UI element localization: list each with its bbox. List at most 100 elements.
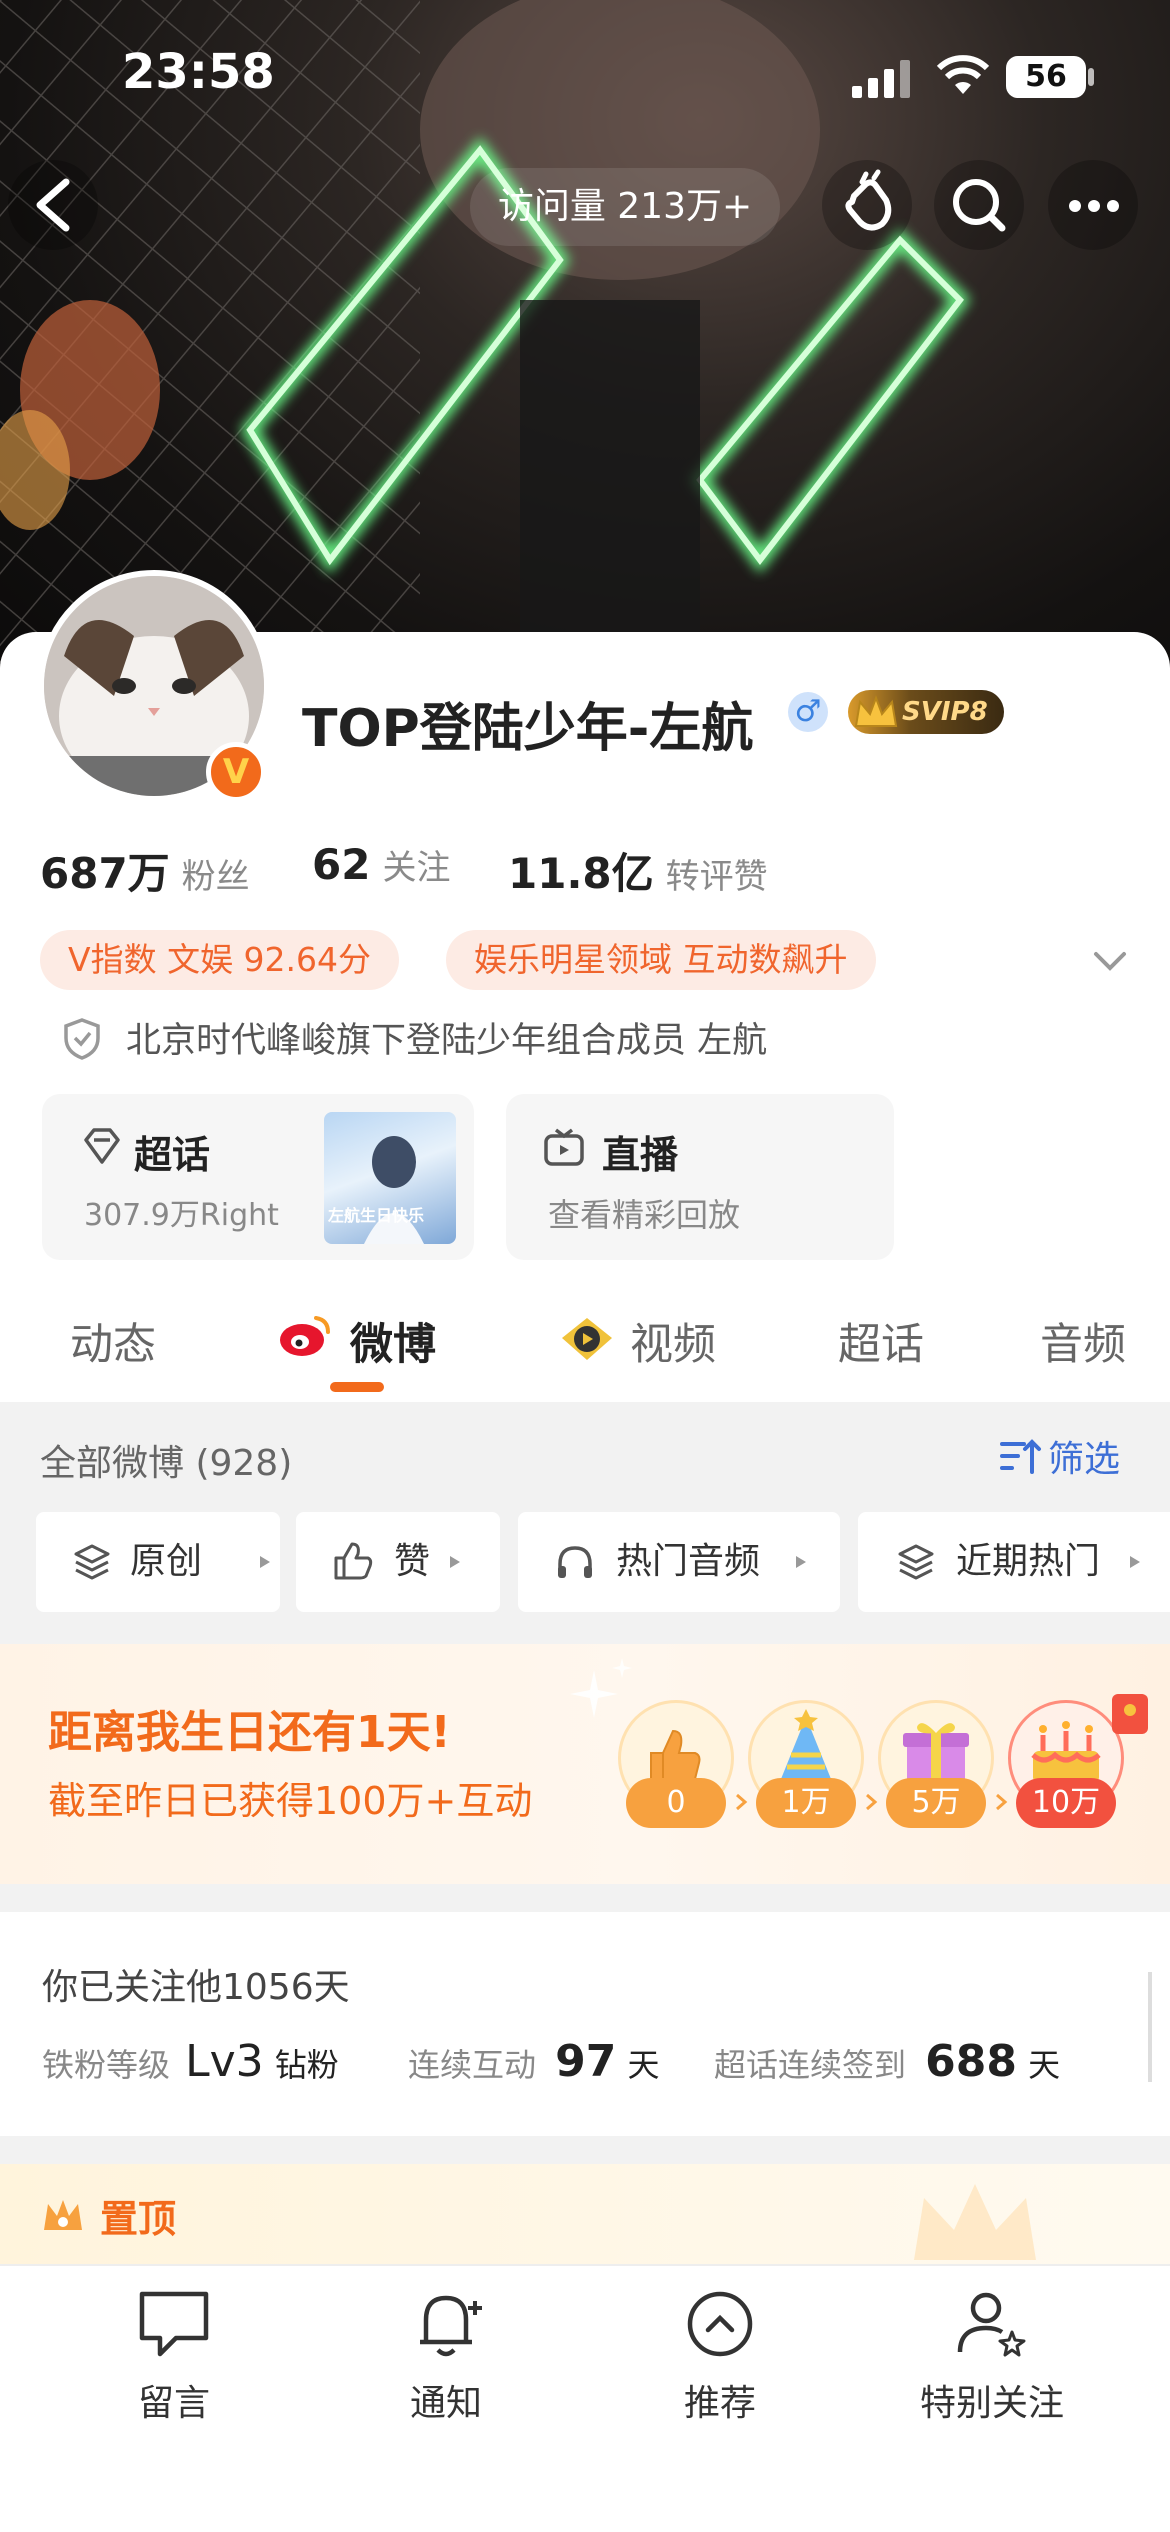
birthday-title: 距离我生日还有1天! — [48, 1707, 451, 1758]
back-icon — [36, 178, 70, 232]
svip-level: SVIP8 — [902, 697, 988, 727]
tap-button[interactable] — [822, 160, 912, 250]
scroll-indicator — [1148, 1972, 1152, 2082]
nav-label: 特别关注 — [919, 2383, 1064, 2424]
nav-recommend[interactable]: 推荐 — [600, 2286, 840, 2426]
user-star-icon — [957, 2292, 1026, 2357]
interaction-streak: 连续互动 97 天 — [408, 2036, 659, 2087]
message-bubble-icon — [139, 2291, 209, 2357]
nav-message[interactable]: 留言 — [54, 2286, 294, 2426]
live-subtitle: 查看精彩回放 — [548, 1196, 741, 1234]
fan-level: 铁粉等级 Lv3 钻粉 — [42, 2036, 339, 2087]
verified-badge: V — [206, 742, 266, 802]
section-divider — [0, 1884, 1170, 1912]
supertopic-icon — [84, 1128, 120, 1164]
stat-engagement[interactable]: 11.8亿 转评赞 — [508, 840, 768, 900]
back-button[interactable] — [8, 160, 98, 250]
caret-right-icon — [796, 1556, 806, 1568]
chip-hot-audio[interactable]: 热门音频 — [518, 1512, 840, 1612]
supertopic-thumbnail: 左航生日快乐 — [324, 1112, 456, 1244]
battery-level: 56 — [1025, 59, 1067, 94]
search-icon — [953, 179, 1006, 232]
stat-value: 11.8亿 — [508, 849, 654, 898]
all-posts-count: 全部微博 (928) — [40, 1443, 293, 1484]
status-time: 23:58 — [122, 44, 275, 100]
pinned-crown-icon — [44, 2200, 82, 2230]
fan-level-value: Lv3 — [185, 2036, 264, 2087]
stat-following[interactable]: 62 关注 — [312, 840, 450, 900]
caret-right-icon — [450, 1556, 460, 1568]
profile-tabs: 动态 微博 视频 超话 音频 — [0, 1290, 1170, 1400]
crown-icon — [854, 695, 898, 727]
day-unit: 天 — [627, 2046, 660, 2084]
cellular-signal-icon — [852, 60, 910, 98]
more-icon — [1069, 200, 1119, 212]
chevron-right-icon — [866, 1793, 878, 1811]
chip-label: 热门音频 — [616, 1541, 761, 1582]
signin-streak: 超话连续签到 688 天 — [714, 2036, 1060, 2087]
thumbs-up-icon — [334, 1542, 373, 1580]
stat-label: 粉丝 — [181, 857, 250, 897]
stat-fans[interactable]: 687万 粉丝 — [40, 840, 250, 900]
fan-relationship-card[interactable]: 你已关注他1056天 铁粉等级 Lv3 钻粉 连续互动 97 天 超话连续签到 … — [0, 1912, 1170, 2136]
chevron-right-icon — [736, 1793, 748, 1811]
section-divider — [0, 2136, 1170, 2164]
svip-badge[interactable]: SVIP8 — [848, 690, 1004, 734]
status-bar: 23:58 56 — [0, 0, 1170, 150]
caret-right-icon — [260, 1556, 270, 1568]
live-card[interactable]: 直播 查看精彩回放 — [506, 1094, 894, 1260]
stat-value: 62 — [312, 840, 371, 889]
milestone-label: 0 — [626, 1778, 726, 1828]
nav-special-follow[interactable]: 特别关注 — [872, 2286, 1112, 2426]
stat-value: 687万 — [40, 849, 170, 898]
v-index-tag[interactable]: V指数 文娱 92.64分 — [40, 930, 400, 990]
fan-level-label: 铁粉等级 — [42, 2046, 171, 2084]
expand-chevron-icon[interactable] — [1090, 940, 1130, 980]
nav-label: 留言 — [137, 2383, 210, 2424]
milestone-label: 10万 — [1016, 1778, 1116, 1828]
tab-video[interactable]: 视频 — [630, 1310, 716, 1372]
interaction-days: 97 — [555, 2036, 617, 2087]
battery-tip — [1088, 68, 1094, 86]
tap-hand-icon — [845, 169, 892, 231]
crown-watermark-icon — [914, 2184, 1036, 2260]
layers-icon — [898, 1544, 934, 1580]
bottom-navigation: 留言 通知 推荐 特别关注 — [0, 2264, 1170, 2532]
bell-plus-icon — [420, 2295, 482, 2357]
filter-label: 筛选 — [1048, 1439, 1121, 1480]
milestone-label: 5万 — [886, 1778, 986, 1828]
search-button[interactable] — [934, 160, 1024, 250]
shield-icon — [64, 1018, 100, 1060]
more-button[interactable] — [1048, 160, 1138, 250]
chip-label: 原创 — [130, 1541, 203, 1582]
nav-notify[interactable]: 通知 — [326, 2286, 566, 2426]
follow-duration: 你已关注他1056天 — [42, 1967, 350, 2008]
chip-recent-hot[interactable]: 近期热门 — [858, 1512, 1170, 1612]
chip-liked[interactable]: 赞 — [296, 1512, 500, 1612]
nav-label: 推荐 — [683, 2383, 756, 2424]
chip-label: 赞 — [394, 1541, 431, 1582]
video-icon — [562, 1318, 612, 1360]
red-packet-seal — [1124, 1704, 1136, 1716]
tab-supertopic[interactable]: 超话 — [838, 1310, 924, 1372]
home-indicator — [450, 2506, 720, 2516]
signin-days: 688 — [925, 2036, 1017, 2087]
tv-icon — [544, 1128, 584, 1166]
supertopic-subtitle: 307.9万Right — [84, 1198, 279, 1233]
active-tab-indicator — [330, 1382, 384, 1392]
birthday-subtitle: 截至昨日已获得100万+互动 — [48, 1779, 533, 1823]
tab-weibo[interactable]: 微博 — [350, 1310, 436, 1372]
stat-label: 转评赞 — [665, 857, 768, 897]
filter-icon — [1000, 1439, 1041, 1474]
nav-label: 通知 — [409, 2383, 482, 2424]
live-title: 直播 — [602, 1133, 679, 1177]
tab-dynamics[interactable]: 动态 — [70, 1310, 156, 1372]
domain-tag[interactable]: 娱乐明星领域 互动数飙升 — [446, 930, 876, 990]
tab-audio[interactable]: 音频 — [1040, 1310, 1126, 1372]
fan-level-suffix: 钻粉 — [274, 2046, 339, 2084]
pinned-post-header[interactable]: 置顶 — [0, 2164, 1170, 2264]
supertopic-card[interactable]: 超话 307.9万Right 左航生日快乐 — [42, 1094, 474, 1260]
day-unit: 天 — [1028, 2046, 1061, 2084]
chip-original[interactable]: 原创 — [36, 1512, 280, 1612]
milestone-label: 1万 — [756, 1778, 856, 1828]
